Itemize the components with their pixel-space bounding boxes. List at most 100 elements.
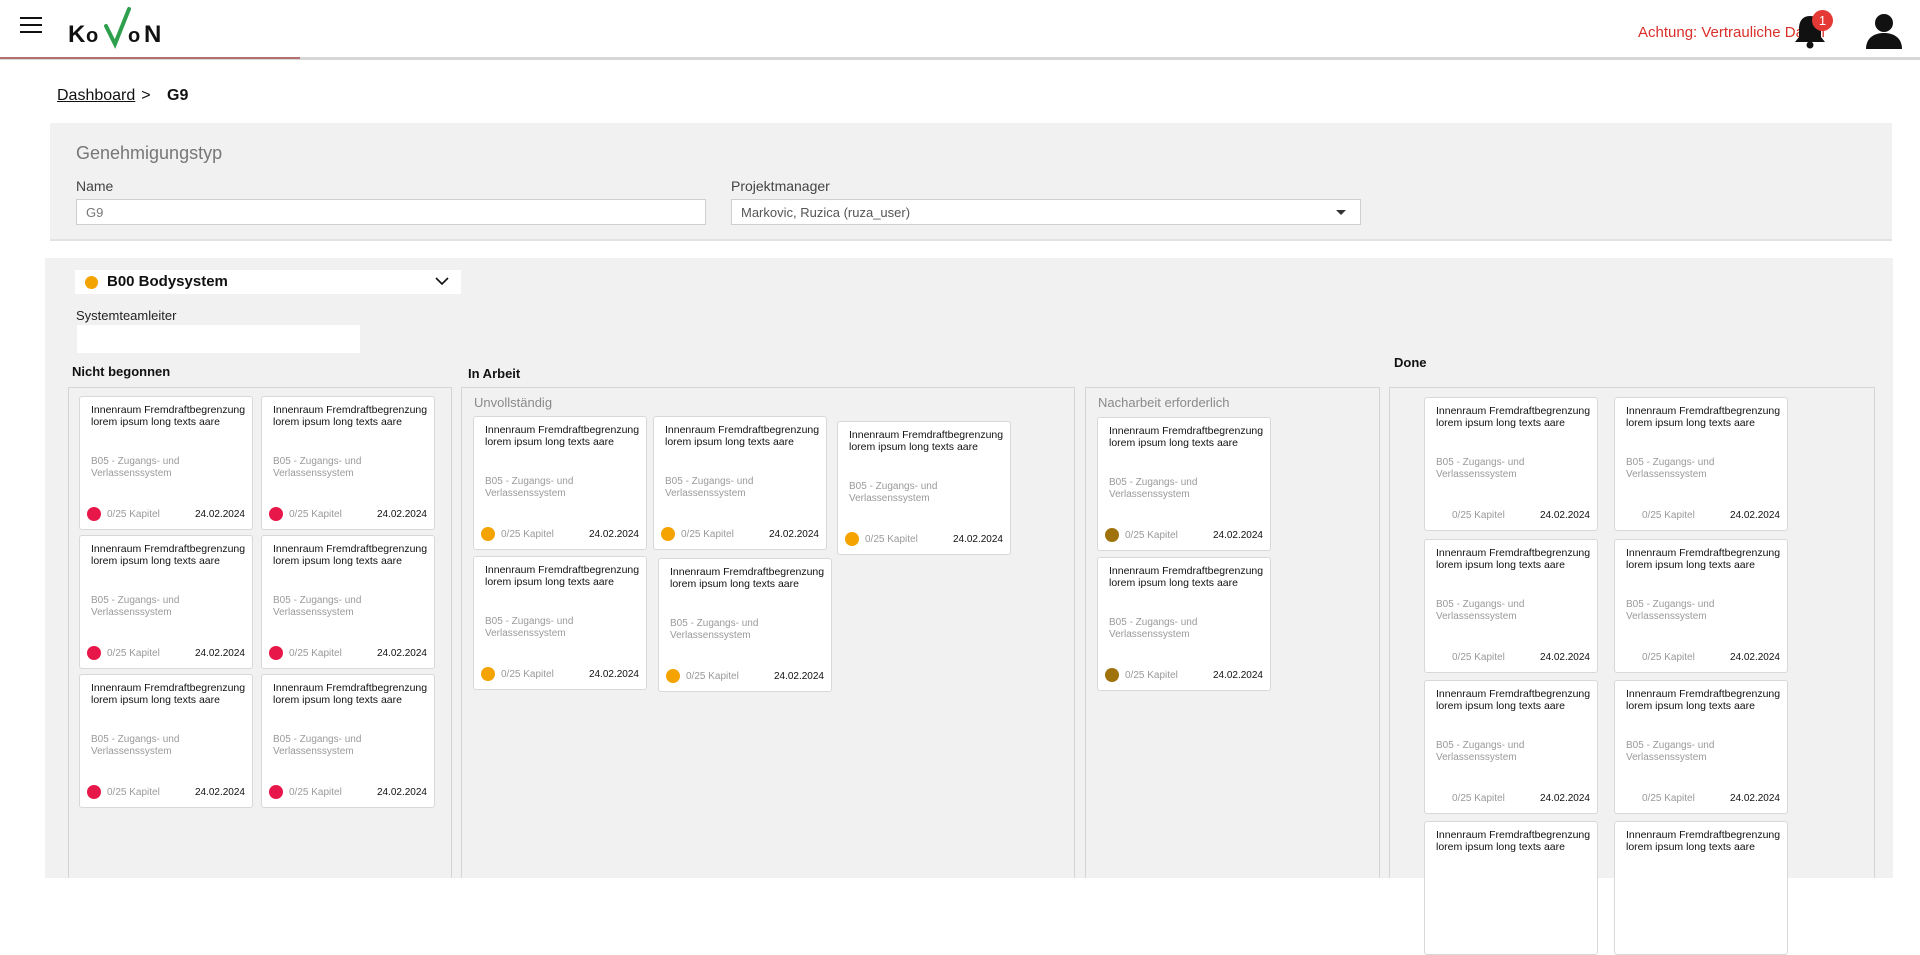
- task-card[interactable]: Innenraum Fremdraftbegrenzung lorem ipsu…: [473, 416, 647, 550]
- card-kapitel: 0/25 Kapitel: [501, 529, 554, 540]
- card-kapitel: 0/25 Kapitel: [107, 509, 160, 520]
- card-date: 24.02.2024: [1212, 530, 1263, 541]
- task-card[interactable]: Innenraum Fremdraftbegrenzung lorem ipsu…: [658, 558, 832, 692]
- task-card[interactable]: Innenraum Fremdraftbegrenzung lorem ipsu…: [1614, 539, 1788, 673]
- task-card[interactable]: Innenraum Fremdraftbegrenzung lorem ipsu…: [1424, 821, 1598, 955]
- card-date: 24.02.2024: [376, 787, 427, 798]
- card-title: Innenraum Fremdraftbegrenzung lorem ipsu…: [1436, 688, 1591, 712]
- card-date: 24.02.2024: [194, 787, 245, 798]
- card-status-dot: [845, 532, 859, 546]
- task-card[interactable]: Innenraum Fremdraftbegrenzung lorem ipsu…: [653, 416, 827, 550]
- breadcrumb-dashboard-link[interactable]: Dashboard: [57, 87, 135, 104]
- task-card[interactable]: Innenraum Fremdraftbegrenzung lorem ipsu…: [261, 535, 435, 669]
- card-status-dot: [87, 785, 101, 799]
- breadcrumb: Dashboard > G9: [57, 87, 188, 105]
- task-card[interactable]: Innenraum Fremdraftbegrenzung lorem ipsu…: [1424, 539, 1598, 673]
- card-kapitel: 0/25 Kapitel: [107, 648, 160, 659]
- card-subsystem: B05 - Zugangs- und Verlassenssystem: [273, 595, 362, 618]
- card-subsystem: B05 - Zugangs- und Verlassenssystem: [273, 456, 362, 479]
- card-subsystem: B05 - Zugangs- und Verlassenssystem: [670, 618, 759, 641]
- card-date: 24.02.2024: [1729, 652, 1780, 663]
- card-kapitel: 0/25 Kapitel: [289, 509, 342, 520]
- card-title: Innenraum Fremdraftbegrenzung lorem ipsu…: [670, 566, 825, 590]
- task-card[interactable]: Innenraum Fremdraftbegrenzung lorem ipsu…: [1097, 557, 1271, 691]
- card-subsystem: B05 - Zugangs- und Verlassenssystem: [1626, 457, 1715, 480]
- card-title: Innenraum Fremdraftbegrenzung lorem ipsu…: [1436, 405, 1591, 429]
- card-status-dot: [87, 507, 101, 521]
- genehmigungstyp-panel: Genehmigungstyp Name Projektmanager Mark…: [50, 123, 1892, 241]
- card-title: Innenraum Fremdraftbegrenzung lorem ipsu…: [1436, 547, 1591, 571]
- card-title: Innenraum Fremdraftbegrenzung lorem ipsu…: [1109, 425, 1264, 449]
- task-card[interactable]: Innenraum Fremdraftbegrenzung lorem ipsu…: [261, 396, 435, 530]
- card-kapitel: 0/25 Kapitel: [1642, 652, 1695, 663]
- card-status-dot: [269, 785, 283, 799]
- task-card[interactable]: Innenraum Fremdraftbegrenzung lorem ipsu…: [261, 674, 435, 808]
- card-subsystem: B05 - Zugangs- und Verlassenssystem: [1436, 599, 1525, 622]
- card-date: 24.02.2024: [1212, 670, 1263, 681]
- panel-title: Genehmigungstyp: [76, 143, 223, 163]
- task-card[interactable]: Innenraum Fremdraftbegrenzung lorem ipsu…: [1614, 821, 1788, 955]
- kovon-logo: K o o N: [68, 7, 161, 49]
- card-status-dot: [481, 527, 495, 541]
- task-card[interactable]: Innenraum Fremdraftbegrenzung lorem ipsu…: [1424, 397, 1598, 531]
- card-title: Innenraum Fremdraftbegrenzung lorem ipsu…: [485, 424, 640, 448]
- card-date: 24.02.2024: [588, 529, 639, 540]
- task-card[interactable]: Innenraum Fremdraftbegrenzung lorem ipsu…: [1614, 680, 1788, 814]
- name-label: Name: [76, 178, 114, 194]
- projektmanager-select[interactable]: Markovic, Ruzica (ruza_user): [731, 199, 1361, 225]
- card-kapitel: 0/25 Kapitel: [107, 787, 160, 798]
- card-kapitel: 0/25 Kapitel: [289, 787, 342, 798]
- projektmanager-label: Projektmanager: [731, 178, 830, 194]
- card-title: Innenraum Fremdraftbegrenzung lorem ipsu…: [273, 404, 428, 428]
- kanban-board: B00 Bodysystem Systemteamleiter Nicht be…: [45, 258, 1893, 955]
- card-title: Innenraum Fremdraftbegrenzung lorem ipsu…: [1626, 829, 1781, 853]
- card-kapitel: 0/25 Kapitel: [1642, 793, 1695, 804]
- card-date: 24.02.2024: [376, 509, 427, 520]
- card-title: Innenraum Fremdraftbegrenzung lorem ipsu…: [91, 543, 246, 567]
- card-subsystem: B05 - Zugangs- und Verlassenssystem: [273, 734, 362, 757]
- user-icon[interactable]: [1864, 12, 1904, 50]
- subcolumn-title-unvollstaendig: Unvollständig: [474, 395, 553, 410]
- card-date: 24.02.2024: [588, 669, 639, 680]
- task-card[interactable]: Innenraum Fremdraftbegrenzung lorem ipsu…: [79, 396, 253, 530]
- card-subsystem: B05 - Zugangs- und Verlassenssystem: [91, 595, 180, 618]
- card-date: 24.02.2024: [376, 648, 427, 659]
- card-kapitel: 0/25 Kapitel: [681, 529, 734, 540]
- svg-text:N: N: [144, 21, 161, 48]
- task-card[interactable]: Innenraum Fremdraftbegrenzung lorem ipsu…: [473, 556, 647, 690]
- system-label: B00 Bodysystem: [107, 273, 228, 290]
- card-subsystem: B05 - Zugangs- und Verlassenssystem: [1109, 617, 1198, 640]
- systemteamleiter-label: Systemteamleiter: [76, 308, 177, 323]
- hamburger-menu-icon[interactable]: [20, 17, 42, 37]
- card-kapitel: 0/25 Kapitel: [501, 669, 554, 680]
- task-card[interactable]: Innenraum Fremdraftbegrenzung lorem ipsu…: [837, 421, 1011, 555]
- caret-down-icon: [1336, 210, 1346, 215]
- task-card[interactable]: Innenraum Fremdraftbegrenzung lorem ipsu…: [1614, 397, 1788, 531]
- card-kapitel: 0/25 Kapitel: [686, 671, 739, 682]
- name-input[interactable]: [76, 199, 706, 225]
- card-subsystem: B05 - Zugangs- und Verlassenssystem: [91, 456, 180, 479]
- card-subsystem: B05 - Zugangs- und Verlassenssystem: [1436, 457, 1525, 480]
- card-subsystem: B05 - Zugangs- und Verlassenssystem: [1109, 477, 1198, 500]
- system-select[interactable]: B00 Bodysystem: [75, 270, 461, 294]
- card-status-dot: [1105, 528, 1119, 542]
- card-title: Innenraum Fremdraftbegrenzung lorem ipsu…: [91, 404, 246, 428]
- card-date: 24.02.2024: [194, 509, 245, 520]
- task-card[interactable]: Innenraum Fremdraftbegrenzung lorem ipsu…: [1424, 680, 1598, 814]
- task-card[interactable]: Innenraum Fremdraftbegrenzung lorem ipsu…: [79, 535, 253, 669]
- card-subsystem: B05 - Zugangs- und Verlassenssystem: [485, 476, 574, 499]
- systemteamleiter-input[interactable]: [77, 325, 360, 353]
- card-date: 24.02.2024: [1539, 793, 1590, 804]
- task-card[interactable]: Innenraum Fremdraftbegrenzung lorem ipsu…: [79, 674, 253, 808]
- column-title-nicht-begonnen: Nicht begonnen: [72, 364, 171, 379]
- card-subsystem: B05 - Zugangs- und Verlassenssystem: [1626, 599, 1715, 622]
- card-subsystem: B05 - Zugangs- und Verlassenssystem: [849, 481, 938, 504]
- card-date: 24.02.2024: [1729, 793, 1780, 804]
- task-card[interactable]: Innenraum Fremdraftbegrenzung lorem ipsu…: [1097, 417, 1271, 551]
- svg-text:o: o: [86, 25, 98, 47]
- card-kapitel: 0/25 Kapitel: [1125, 670, 1178, 681]
- chevron-down-icon: [435, 277, 449, 286]
- card-kapitel: 0/25 Kapitel: [865, 534, 918, 545]
- card-kapitel: 0/25 Kapitel: [1642, 510, 1695, 521]
- card-date: 24.02.2024: [952, 534, 1003, 545]
